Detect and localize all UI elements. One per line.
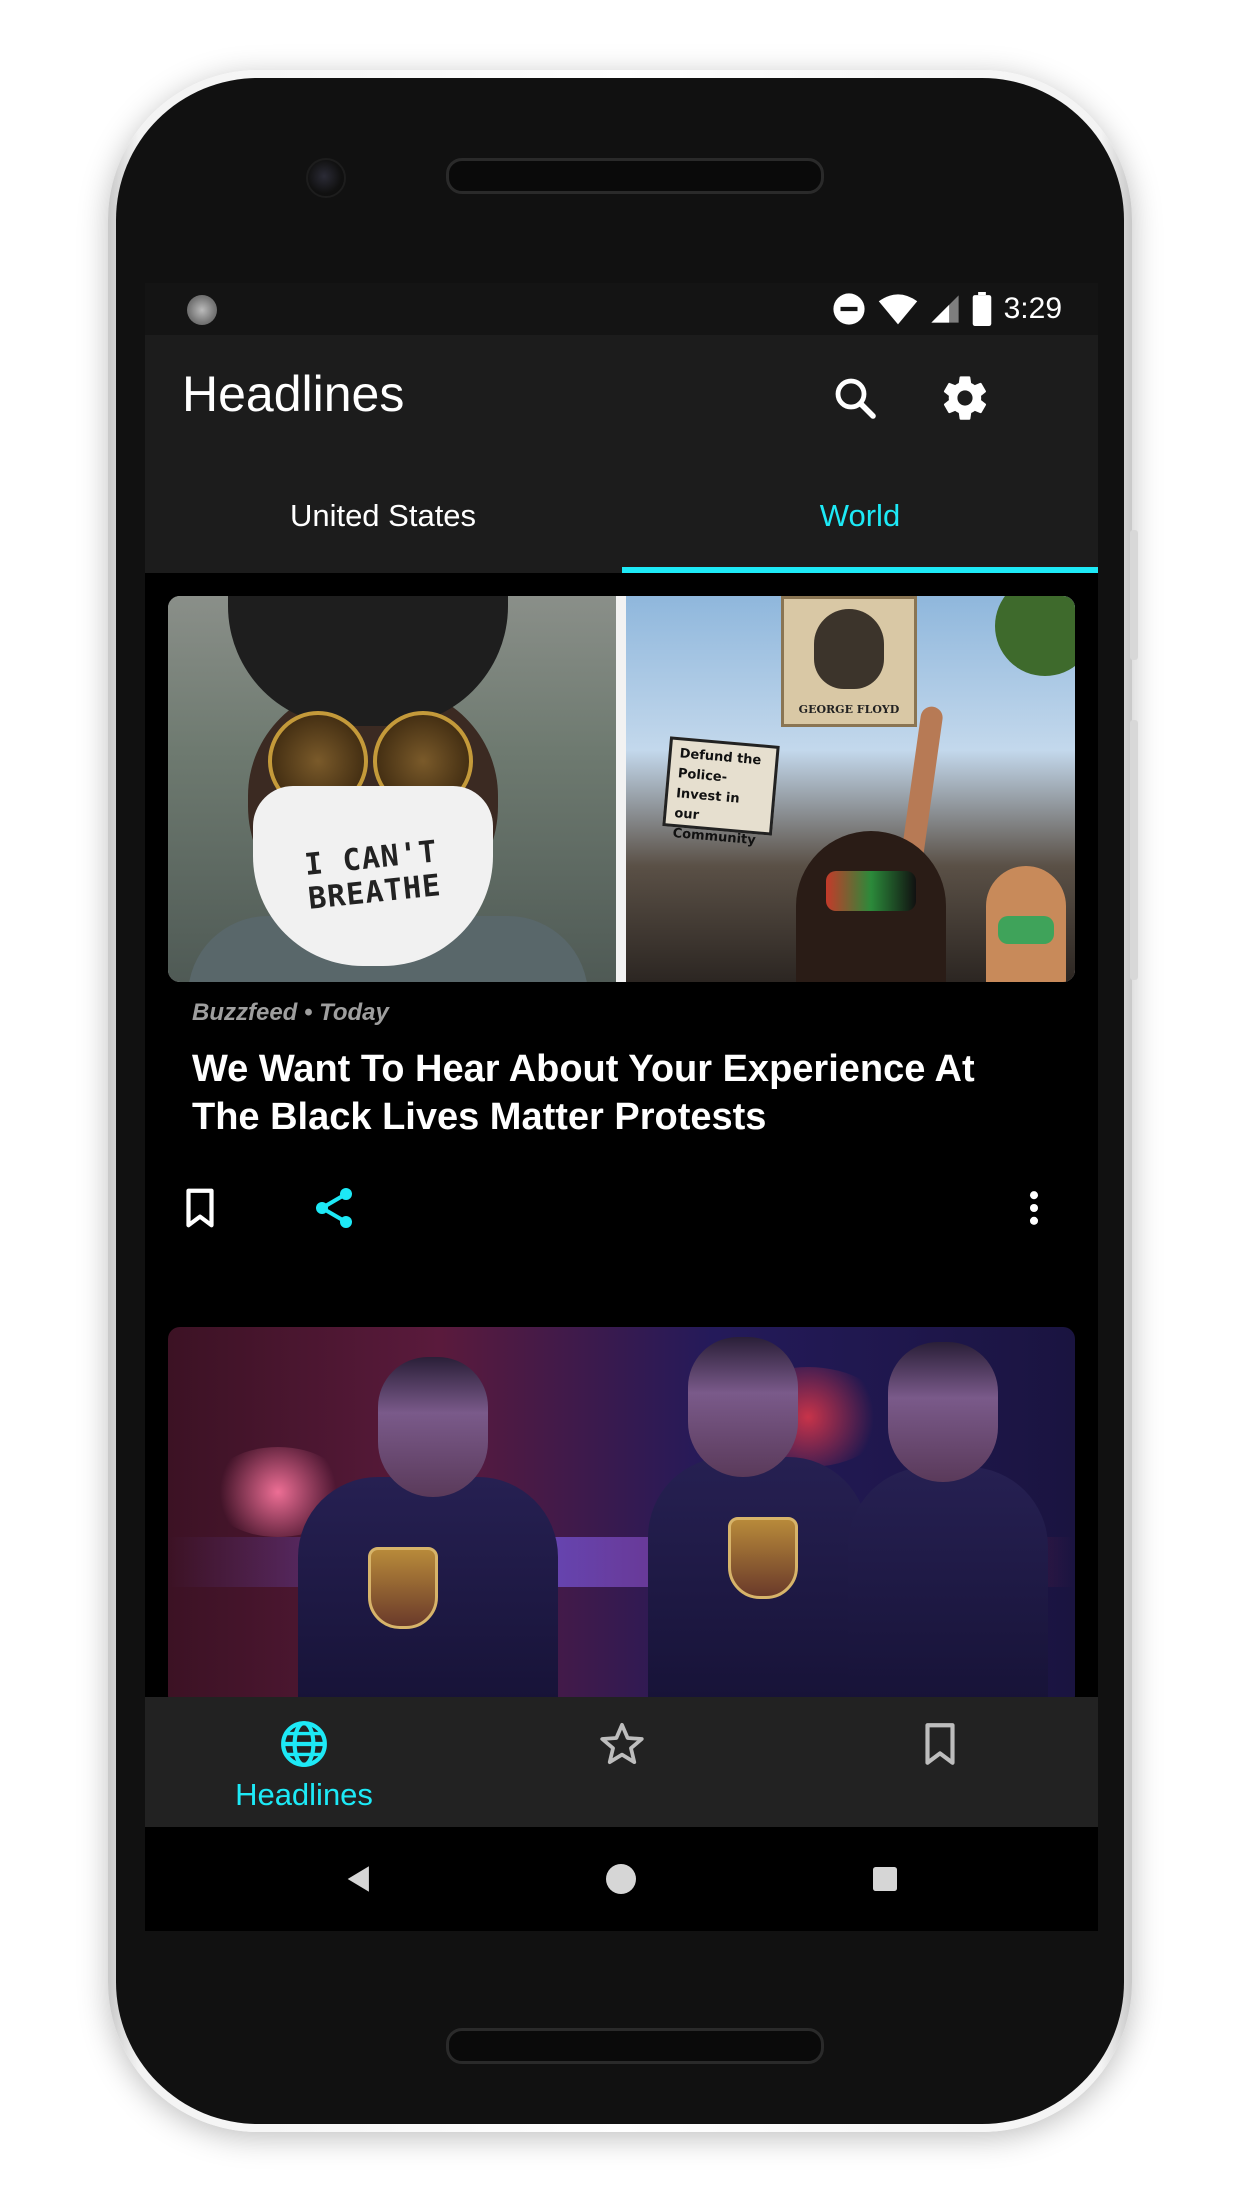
power-button — [1130, 720, 1138, 980]
back-button[interactable] — [339, 1859, 379, 1899]
tab-united-states[interactable]: United States — [145, 459, 621, 573]
police-officer — [648, 1337, 868, 1697]
bandana — [826, 871, 916, 911]
star-icon — [600, 1722, 644, 1764]
tree — [995, 596, 1075, 676]
bookmark-button[interactable] — [173, 1181, 227, 1235]
masked-protester — [986, 866, 1066, 982]
article-feed[interactable]: I CAN'T BREATHE GEORGE FLOYD Defund the … — [145, 573, 1098, 1697]
search-icon — [835, 378, 876, 419]
notification-icon — [187, 295, 217, 325]
article-source: Buzzfeed • Today — [192, 999, 389, 1026]
tab-world[interactable]: World — [622, 459, 1098, 573]
status-bar: 3:29 — [145, 283, 1098, 335]
green-mask — [998, 916, 1054, 944]
search-button[interactable] — [828, 371, 882, 425]
police-officer — [848, 1342, 1048, 1697]
earpiece-speaker — [446, 158, 824, 194]
volume-button — [1130, 530, 1138, 660]
image-divider — [616, 596, 626, 982]
police-badge — [368, 1547, 438, 1629]
recents-icon — [873, 1867, 897, 1891]
system-navigation — [145, 1827, 1098, 1931]
officer-head — [688, 1337, 798, 1477]
app-bar: Headlines — [145, 335, 1098, 459]
nav-bookmarks[interactable] — [781, 1697, 1098, 1827]
protest-sign: Defund the Police-Invest in our Communit… — [662, 736, 780, 848]
dnd-icon — [833, 293, 865, 325]
share-button[interactable] — [307, 1181, 361, 1235]
nav-headlines[interactable]: Headlines — [145, 1697, 463, 1827]
article-actions — [145, 1173, 1098, 1243]
more-options-button[interactable] — [1007, 1181, 1061, 1235]
region-tabs: United States World — [145, 459, 1098, 573]
bottom-speaker — [446, 2028, 824, 2064]
signal-icon — [930, 295, 959, 323]
front-camera — [306, 158, 346, 198]
protest-signs-photo: GEORGE FLOYD Defund the Police-Invest in… — [626, 596, 1075, 982]
officer-head — [378, 1357, 488, 1497]
globe-icon — [281, 1721, 327, 1767]
settings-button[interactable] — [938, 371, 992, 425]
home-button[interactable] — [601, 1859, 641, 1899]
portrait-sign: GEORGE FLOYD — [781, 596, 917, 727]
nav-headlines-label: Headlines — [235, 1777, 373, 1812]
wifi-icon — [878, 294, 917, 325]
portrait-drawing — [814, 609, 884, 689]
recents-button[interactable] — [865, 1859, 905, 1899]
status-icons: 3:29 — [832, 291, 1062, 327]
sign-text: GEORGE FLOYD — [798, 703, 900, 716]
more-vert-icon — [1029, 1191, 1039, 1225]
bottom-navigation: Headlines — [145, 1697, 1098, 1827]
bookmark-icon — [925, 1723, 955, 1765]
mask-text: I CAN'T BREATHE — [302, 834, 443, 917]
back-icon — [347, 1866, 369, 1892]
bookmark-icon — [186, 1188, 214, 1228]
battery-icon — [972, 292, 991, 326]
page-title: Headlines — [182, 366, 405, 422]
police-officer — [298, 1357, 558, 1697]
article-image[interactable] — [168, 1327, 1075, 1697]
status-time: 3:29 — [1003, 292, 1062, 325]
share-icon — [316, 1188, 352, 1228]
home-icon — [606, 1864, 636, 1894]
protester-mask-photo: I CAN'T BREATHE — [168, 596, 616, 982]
article-image[interactable]: I CAN'T BREATHE GEORGE FLOYD Defund the … — [168, 596, 1075, 982]
beanie — [228, 596, 508, 726]
screen: 3:29 Headlines United States World I CAN… — [145, 283, 1098, 1931]
police-badge — [728, 1517, 798, 1599]
officer-head — [888, 1342, 998, 1482]
settings-icon — [943, 376, 987, 420]
article-title[interactable]: We Want To Hear About Your Experience At… — [192, 1045, 1052, 1141]
nav-favorites[interactable] — [463, 1697, 781, 1827]
